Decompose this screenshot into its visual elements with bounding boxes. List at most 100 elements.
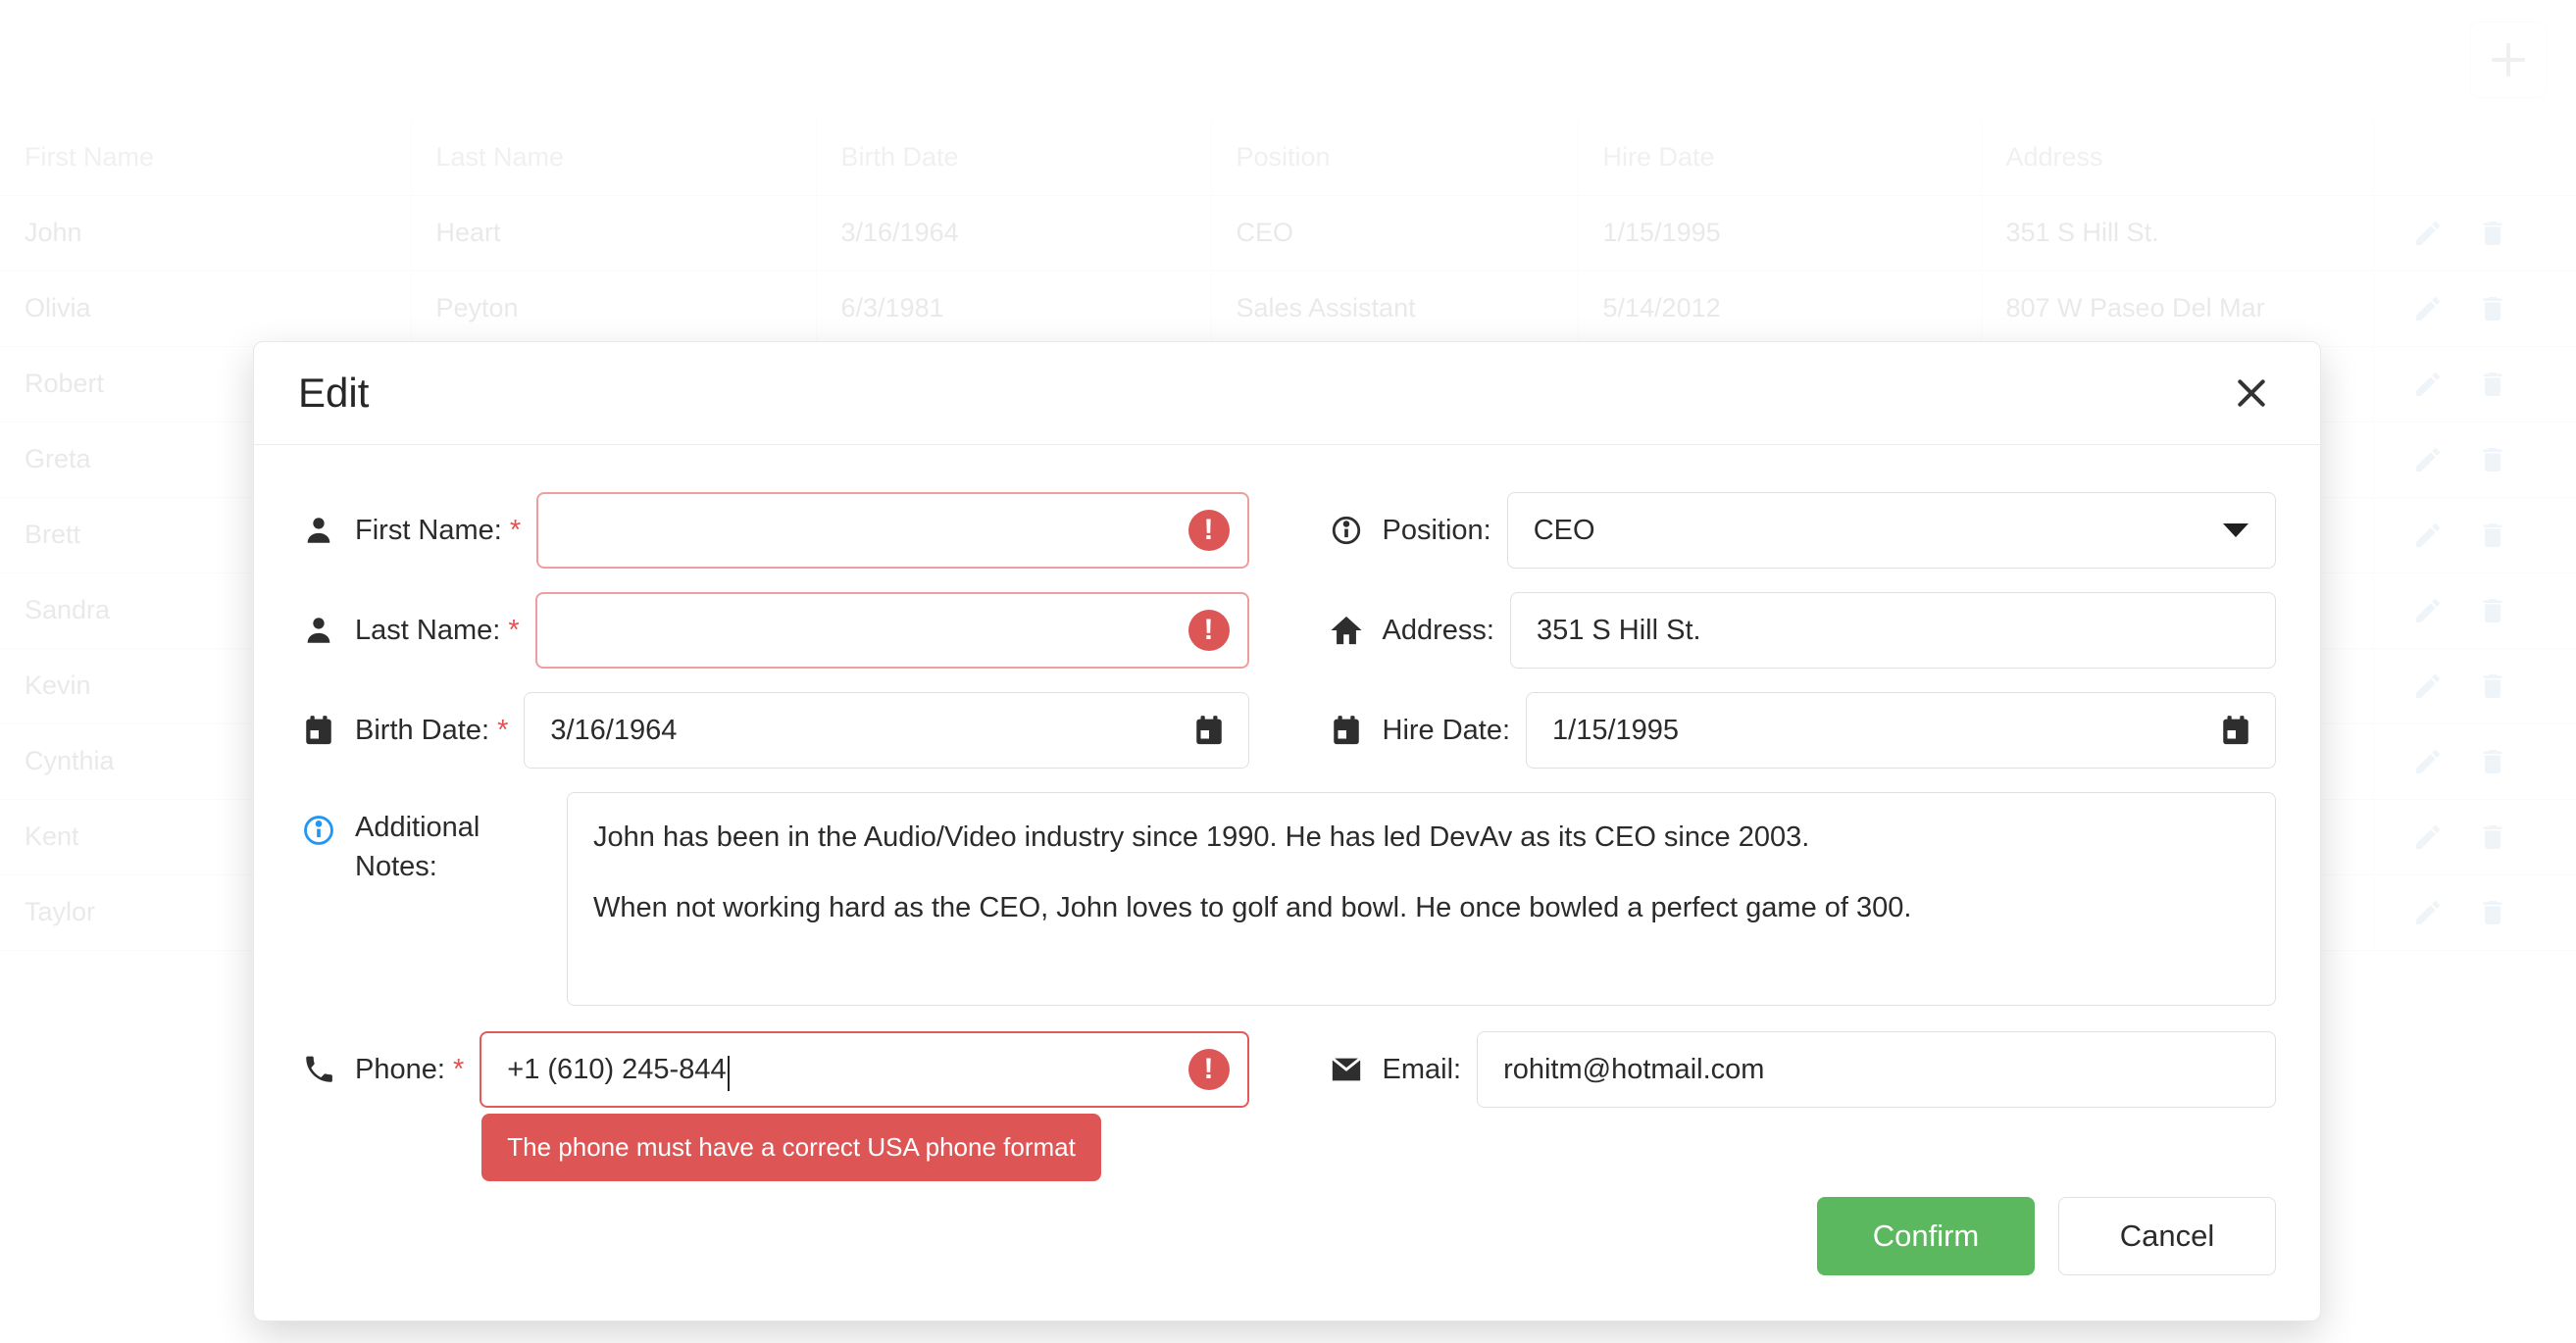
label-text: Last Name:: [355, 615, 500, 646]
email-input[interactable]: rohitm@hotmail.com: [1477, 1031, 2276, 1108]
cell-actions: [2373, 572, 2576, 648]
trash-icon[interactable]: [2477, 821, 2508, 853]
phone-validation-tooltip: The phone must have a correct USA phone …: [481, 1114, 1101, 1181]
field-label-last-name: Last Name: *: [355, 592, 520, 669]
app-root: First Name Last Name Birth Date Position…: [0, 0, 2576, 1343]
phone-icon: [298, 1031, 339, 1108]
pencil-icon[interactable]: [2412, 671, 2444, 702]
confirm-button[interactable]: Confirm: [1817, 1197, 2035, 1275]
cell-actions: [2373, 648, 2576, 723]
column-header-address[interactable]: Address: [1981, 120, 2373, 195]
info-circle-icon: [1326, 492, 1367, 569]
cell-hire-date: 5/14/2012: [1578, 271, 1981, 346]
pencil-icon[interactable]: [2412, 444, 2444, 475]
cell-actions: [2373, 271, 2576, 346]
position-value: CEO: [1534, 515, 1595, 547]
email-value: rohitm@hotmail.com: [1503, 1054, 1764, 1086]
cell-actions: [2373, 422, 2576, 497]
cell-hire-date: 1/15/1995: [1578, 195, 1981, 271]
hire-date-input[interactable]: 1/15/1995: [1526, 692, 2276, 769]
column-header-hire-date[interactable]: Hire Date: [1578, 120, 1981, 195]
phone-input[interactable]: +1 (610) 245-844: [480, 1031, 1248, 1108]
column-header-first-name[interactable]: First Name: [0, 120, 411, 195]
required-marker: *: [510, 515, 521, 546]
trash-icon[interactable]: [2477, 218, 2508, 249]
additional-notes-textarea[interactable]: John has been in the Audio/Video industr…: [567, 792, 2276, 1006]
pencil-icon[interactable]: [2412, 595, 2444, 626]
trash-icon[interactable]: [2477, 444, 2508, 475]
cell-birth-date: 3/16/1964: [816, 195, 1211, 271]
trash-icon[interactable]: [2477, 293, 2508, 324]
pencil-icon[interactable]: [2412, 746, 2444, 777]
column-header-position[interactable]: Position: [1211, 120, 1578, 195]
error-exclamation-icon: !: [1188, 510, 1230, 551]
error-exclamation-icon: !: [1188, 1049, 1230, 1090]
pencil-icon[interactable]: [2412, 821, 2444, 853]
cell-actions: [2373, 346, 2576, 422]
table-row[interactable]: Olivia Peyton 6/3/1981 Sales Assistant 5…: [0, 271, 2576, 346]
trash-icon[interactable]: [2477, 897, 2508, 928]
pencil-icon[interactable]: [2412, 218, 2444, 249]
column-header-actions: [2373, 120, 2576, 195]
cell-first-name: John: [0, 195, 411, 271]
field-label-hire-date: Hire Date:: [1383, 692, 1511, 769]
calendar-icon[interactable]: [1192, 714, 1226, 747]
field-first-name: First Name: * !: [298, 492, 1249, 571]
pencil-icon[interactable]: [2412, 897, 2444, 928]
column-header-birth-date[interactable]: Birth Date: [816, 120, 1211, 195]
person-icon: [298, 592, 339, 669]
cell-actions: [2373, 874, 2576, 950]
column-header-last-name[interactable]: Last Name: [411, 120, 816, 195]
pencil-icon[interactable]: [2412, 520, 2444, 551]
close-icon[interactable]: [2224, 366, 2279, 421]
cell-position: CEO: [1211, 195, 1578, 271]
trash-icon[interactable]: [2477, 520, 2508, 551]
birth-date-input[interactable]: 3/16/1964: [524, 692, 1248, 769]
grid-header-row: First Name Last Name Birth Date Position…: [0, 120, 2576, 195]
table-row[interactable]: John Heart 3/16/1964 CEO 1/15/1995 351 S…: [0, 195, 2576, 271]
calendar-icon[interactable]: [2219, 714, 2252, 747]
hire-date-value: 1/15/1995: [1552, 715, 1679, 747]
trash-icon[interactable]: [2477, 746, 2508, 777]
first-name-input[interactable]: [536, 492, 1248, 569]
field-label-additional-notes: Additional Notes:: [355, 792, 551, 886]
modal-title: Edit: [298, 370, 369, 417]
cell-first-name: Olivia: [0, 271, 411, 346]
last-name-input[interactable]: [535, 592, 1249, 669]
cell-address: 807 W Paseo Del Mar: [1981, 271, 2373, 346]
cell-birth-date: 6/3/1981: [816, 271, 1211, 346]
address-input[interactable]: 351 S Hill St.: [1510, 592, 2276, 669]
field-label-email: Email:: [1383, 1031, 1462, 1108]
add-row-button[interactable]: [2470, 22, 2547, 98]
person-icon: [298, 492, 339, 569]
cell-position: Sales Assistant: [1211, 271, 1578, 346]
pencil-icon[interactable]: [2412, 369, 2444, 400]
trash-icon[interactable]: [2477, 369, 2508, 400]
position-select[interactable]: CEO: [1507, 492, 2276, 569]
field-birth-date: Birth Date: * 3/16/1964: [298, 692, 1249, 771]
address-value: 351 S Hill St.: [1537, 615, 1701, 647]
modal-body: First Name: * ! Position:: [254, 445, 2320, 1179]
phone-value: +1 (610) 245-844: [507, 1054, 726, 1086]
error-exclamation-icon: !: [1188, 610, 1230, 651]
trash-icon[interactable]: [2477, 595, 2508, 626]
field-label-phone: Phone: *: [355, 1031, 464, 1108]
chevron-down-icon[interactable]: [2223, 523, 2248, 537]
grid-toolbar: [0, 0, 2576, 120]
trash-icon[interactable]: [2477, 671, 2508, 702]
plus-icon: [2492, 43, 2525, 76]
calendar-icon: [1326, 692, 1367, 769]
field-hire-date: Hire Date: 1/15/1995: [1326, 692, 2277, 771]
field-position: Position: CEO: [1326, 492, 2277, 571]
cell-actions: [2373, 195, 2576, 271]
info-circle-icon: [298, 792, 339, 869]
field-label-first-name: First Name: *: [355, 492, 521, 569]
label-text: Birth Date:: [355, 715, 489, 746]
envelope-icon: [1326, 1031, 1367, 1108]
text-cursor: [728, 1056, 730, 1091]
required-marker: *: [508, 615, 519, 646]
pencil-icon[interactable]: [2412, 293, 2444, 324]
cell-last-name: Heart: [411, 195, 816, 271]
cell-address: 351 S Hill St.: [1981, 195, 2373, 271]
cancel-button[interactable]: Cancel: [2058, 1197, 2276, 1275]
